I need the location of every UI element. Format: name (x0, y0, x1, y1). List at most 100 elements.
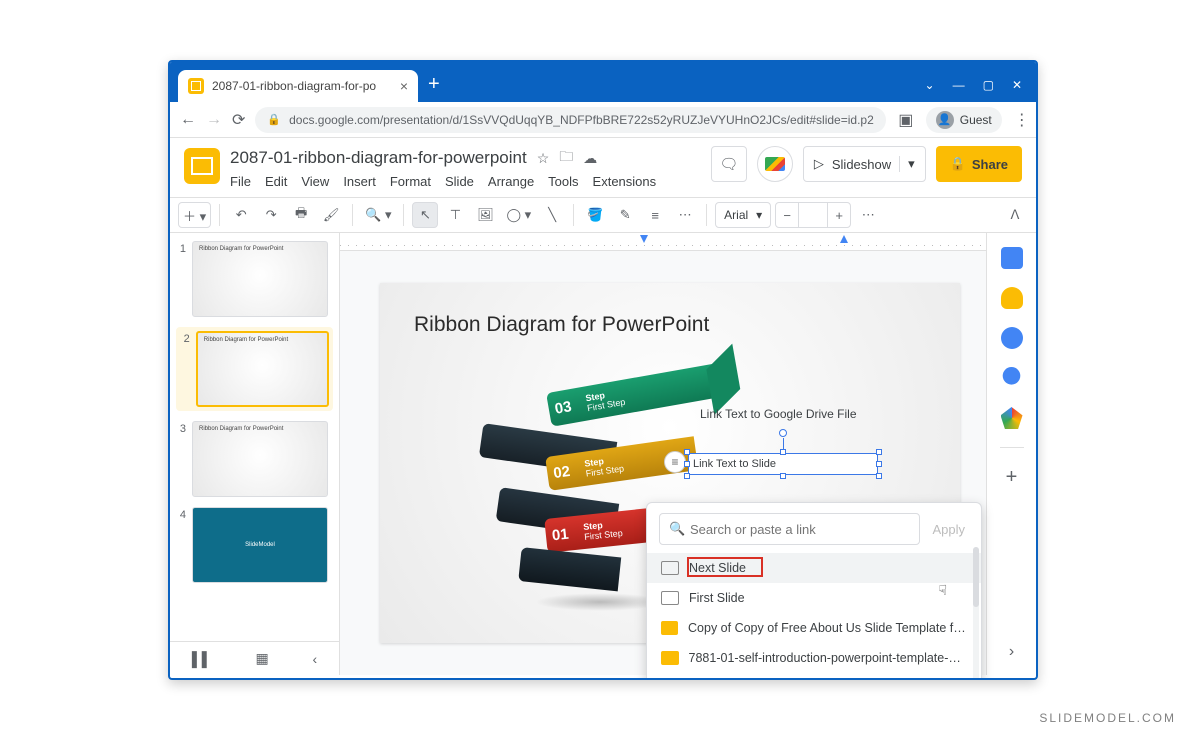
profile-label: Guest (960, 113, 992, 127)
calendar-icon[interactable] (1001, 247, 1023, 269)
link-option-first-slide[interactable]: First Slide (647, 583, 981, 613)
menu-bar: File Edit View Insert Format Slide Arran… (230, 174, 701, 189)
collapse-panel-icon[interactable]: ‹ (312, 651, 317, 667)
link-search-input[interactable] (659, 513, 920, 545)
ribbon-back-3 (518, 547, 621, 591)
filmstrip-view-icon[interactable]: ▌▌ (192, 651, 212, 667)
menu-file[interactable]: File (230, 174, 251, 189)
menu-view[interactable]: View (301, 174, 329, 189)
back-button[interactable]: ← (180, 111, 196, 129)
font-size-stepper[interactable]: − + (775, 202, 851, 228)
minimize-icon[interactable]: — (953, 78, 965, 92)
zoom-button[interactable]: 🔍 ▾ (361, 202, 395, 228)
font-size-increase[interactable]: + (828, 203, 850, 227)
move-handle-icon[interactable]: ≡ (664, 451, 686, 473)
resize-handle[interactable] (876, 473, 882, 479)
url-field[interactable]: 🔒 docs.google.com/presentation/d/1SsVVQd… (255, 107, 885, 133)
textbox-button[interactable]: ⊤ (442, 202, 468, 228)
print-button[interactable]: 🖶 (288, 202, 314, 228)
grid-view-icon[interactable]: ▦ (255, 650, 268, 667)
slideshow-button[interactable]: ▷ Slideshow ▾ (803, 146, 926, 182)
reload-button[interactable]: ⟳ (232, 110, 245, 130)
comments-icon[interactable]: 🗨 (711, 146, 747, 182)
ribbon-step-3[interactable]: 03StepFirst Step (546, 364, 719, 427)
slide-thumbnail-3[interactable]: Ribbon Diagram for PowerPoint (192, 421, 328, 497)
scrollbar[interactable] (973, 547, 979, 680)
font-size-decrease[interactable]: − (776, 203, 798, 227)
install-app-icon[interactable]: ▣ (896, 110, 916, 130)
slide-icon (661, 591, 679, 605)
menu-arrange[interactable]: Arrange (488, 174, 534, 189)
redo-button[interactable]: ↷ (258, 202, 284, 228)
resize-handle[interactable] (684, 449, 690, 455)
horizontal-ruler (340, 233, 986, 251)
move-icon[interactable]: 🗀 (559, 146, 573, 170)
select-tool-button[interactable]: ↖ (412, 202, 438, 228)
menu-edit[interactable]: Edit (265, 174, 287, 189)
forward-button[interactable]: → (206, 111, 222, 129)
resize-handle[interactable] (780, 449, 786, 455)
tab-close-icon[interactable]: × (400, 78, 408, 94)
contacts-icon[interactable] (1001, 367, 1023, 389)
link-option-doc-2[interactable]: 7881-01-self-introduction-powerpoint-tem… (647, 643, 981, 673)
chevron-down-icon[interactable]: ▾ (899, 156, 915, 172)
hide-panel-icon[interactable]: › (999, 639, 1025, 665)
slide-title[interactable]: Ribbon Diagram for PowerPoint (414, 313, 709, 337)
chevron-down-icon[interactable]: ⌄ (925, 78, 935, 92)
paint-format-button[interactable]: 🖌 (318, 202, 344, 228)
menu-tools[interactable]: Tools (548, 174, 578, 189)
profile-chip[interactable]: 👤 Guest (926, 107, 1002, 133)
link-option-doc-1[interactable]: Copy of Copy of Free About Us Slide Temp… (647, 613, 981, 643)
border-color-button[interactable]: ✎ (612, 202, 638, 228)
fill-color-button[interactable]: 🪣 (582, 202, 608, 228)
apply-button[interactable]: Apply (928, 522, 969, 537)
font-size-value[interactable] (798, 203, 828, 227)
more-tools-button[interactable]: ⋯ (855, 202, 881, 228)
new-slide-button[interactable]: ＋ ▾ (178, 202, 211, 228)
share-label: Share (972, 157, 1008, 172)
add-addon-icon[interactable]: + (1001, 466, 1023, 488)
maximize-icon[interactable]: ▢ (983, 78, 994, 92)
thumb-number: 1 (176, 241, 186, 255)
menu-format[interactable]: Format (390, 174, 431, 189)
menu-extensions[interactable]: Extensions (593, 174, 657, 189)
font-select[interactable]: Arial ▾ (715, 202, 771, 228)
link-option-doc-3[interactable]: 7881-01-self-introduction-powerpoint-tem… (647, 673, 981, 680)
collapse-toolbar-button[interactable]: ᐱ (1002, 202, 1028, 228)
resize-handle[interactable] (780, 473, 786, 479)
play-icon: ▷ (814, 156, 824, 172)
resize-handle[interactable] (876, 449, 882, 455)
resize-handle[interactable] (684, 461, 690, 467)
new-tab-button[interactable]: + (428, 73, 440, 96)
browser-menu-icon[interactable]: ⋮ (1012, 110, 1032, 130)
browser-tab[interactable]: 2087-01-ribbon-diagram-for-po × (178, 70, 418, 102)
maps-icon[interactable] (1001, 407, 1023, 429)
line-button[interactable]: ╲ (539, 202, 565, 228)
link-option-next-slide[interactable]: Next Slide (647, 553, 981, 583)
slide-thumbnail-1[interactable]: Ribbon Diagram for PowerPoint (192, 241, 328, 317)
link-text-drive[interactable]: Link Text to Google Drive File (700, 407, 857, 421)
tasks-icon[interactable] (1001, 327, 1023, 349)
resize-handle[interactable] (684, 473, 690, 479)
slides-logo-icon[interactable] (184, 148, 220, 184)
rotate-handle[interactable] (779, 429, 787, 437)
cloud-status-icon[interactable]: ☁ (583, 150, 597, 167)
star-icon[interactable]: ☆ (537, 150, 550, 167)
close-icon[interactable]: ✕ (1012, 78, 1022, 92)
keep-icon[interactable] (1001, 287, 1023, 309)
resize-handle[interactable] (876, 461, 882, 467)
chevron-down-icon: ▾ (756, 208, 762, 222)
menu-slide[interactable]: Slide (445, 174, 474, 189)
image-button[interactable]: 🖼 (472, 202, 498, 228)
menu-insert[interactable]: Insert (343, 174, 376, 189)
undo-button[interactable]: ↶ (228, 202, 254, 228)
meet-icon[interactable] (757, 146, 793, 182)
border-weight-button[interactable]: ≡ (642, 202, 668, 228)
shape-button[interactable]: ◯ ▾ (502, 202, 535, 228)
border-dash-button[interactable]: ⋯ (672, 202, 698, 228)
slide-thumbnail-2[interactable]: Ribbon Diagram for PowerPoint (196, 331, 329, 407)
doc-title[interactable]: 2087-01-ribbon-diagram-for-powerpoint (230, 148, 527, 168)
slide-thumbnail-4[interactable]: SlideModel (192, 507, 328, 583)
share-button[interactable]: 🔒 Share (936, 146, 1022, 182)
selection-handles[interactable] (688, 453, 878, 475)
